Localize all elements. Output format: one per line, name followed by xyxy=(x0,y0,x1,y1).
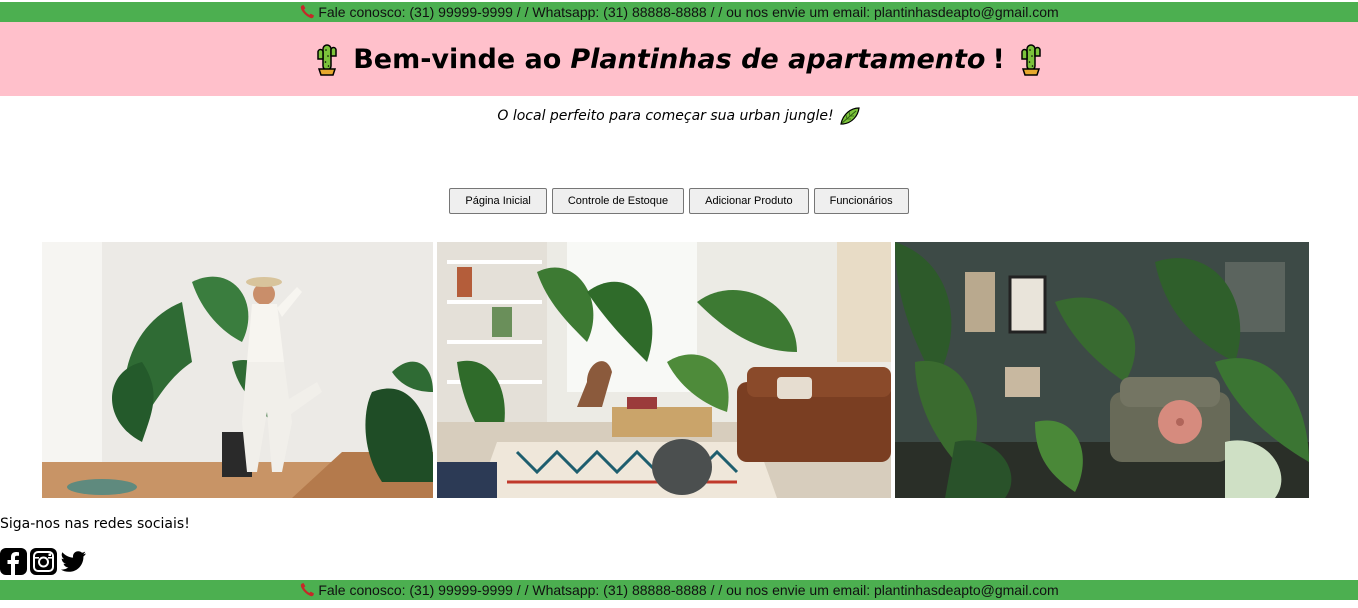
title-prefix: Bem-vinde ao xyxy=(353,43,562,75)
leaf-icon xyxy=(839,107,860,125)
twitter-icon[interactable] xyxy=(60,548,87,575)
hero-banner: Bem-vinde ao Plantinhas de apartamento ! xyxy=(0,22,1358,96)
title-suffix: ! xyxy=(992,43,1005,75)
nav-home-button[interactable]: Página Inicial xyxy=(449,188,547,214)
woman-with-plants-photo xyxy=(42,242,433,498)
phone-icon xyxy=(301,5,315,19)
cactus-icon xyxy=(1021,44,1041,76)
instagram-icon[interactable] xyxy=(30,548,57,575)
follow-us-label: Siga-nos nas redes sociais! xyxy=(0,516,190,532)
contact-text: Fale conosco: (31) 99999-9999 / / Whatsa… xyxy=(318,582,1059,598)
living-room-plants-photo xyxy=(437,242,891,498)
top-contact-bar: Fale conosco: (31) 99999-9999 / / Whatsa… xyxy=(0,2,1358,22)
facebook-icon[interactable] xyxy=(0,548,27,575)
nav-employees-button[interactable]: Funcionários xyxy=(813,188,909,214)
nav-add-product-button[interactable]: Adicionar Produto xyxy=(689,188,809,214)
social-links xyxy=(0,548,87,575)
phone-icon xyxy=(301,583,315,597)
nav-stock-button[interactable]: Controle de Estoque xyxy=(551,188,685,214)
tagline: O local perfeito para começar sua urban … xyxy=(0,106,1358,126)
main-nav: Página Inicial Controle de Estoque Adici… xyxy=(0,188,1358,214)
page-title: Bem-vinde ao Plantinhas de apartamento ! xyxy=(301,42,1057,76)
tagline-text: O local perfeito para começar sua urban … xyxy=(497,108,834,124)
brand-name: Plantinhas de apartamento xyxy=(570,43,986,75)
bottom-contact-bar: Fale conosco: (31) 99999-9999 / / Whatsa… xyxy=(0,580,1358,600)
contact-text: Fale conosco: (31) 99999-9999 / / Whatsa… xyxy=(318,4,1059,20)
plant-filled-room-photo xyxy=(895,242,1309,498)
cactus-icon xyxy=(317,44,337,76)
